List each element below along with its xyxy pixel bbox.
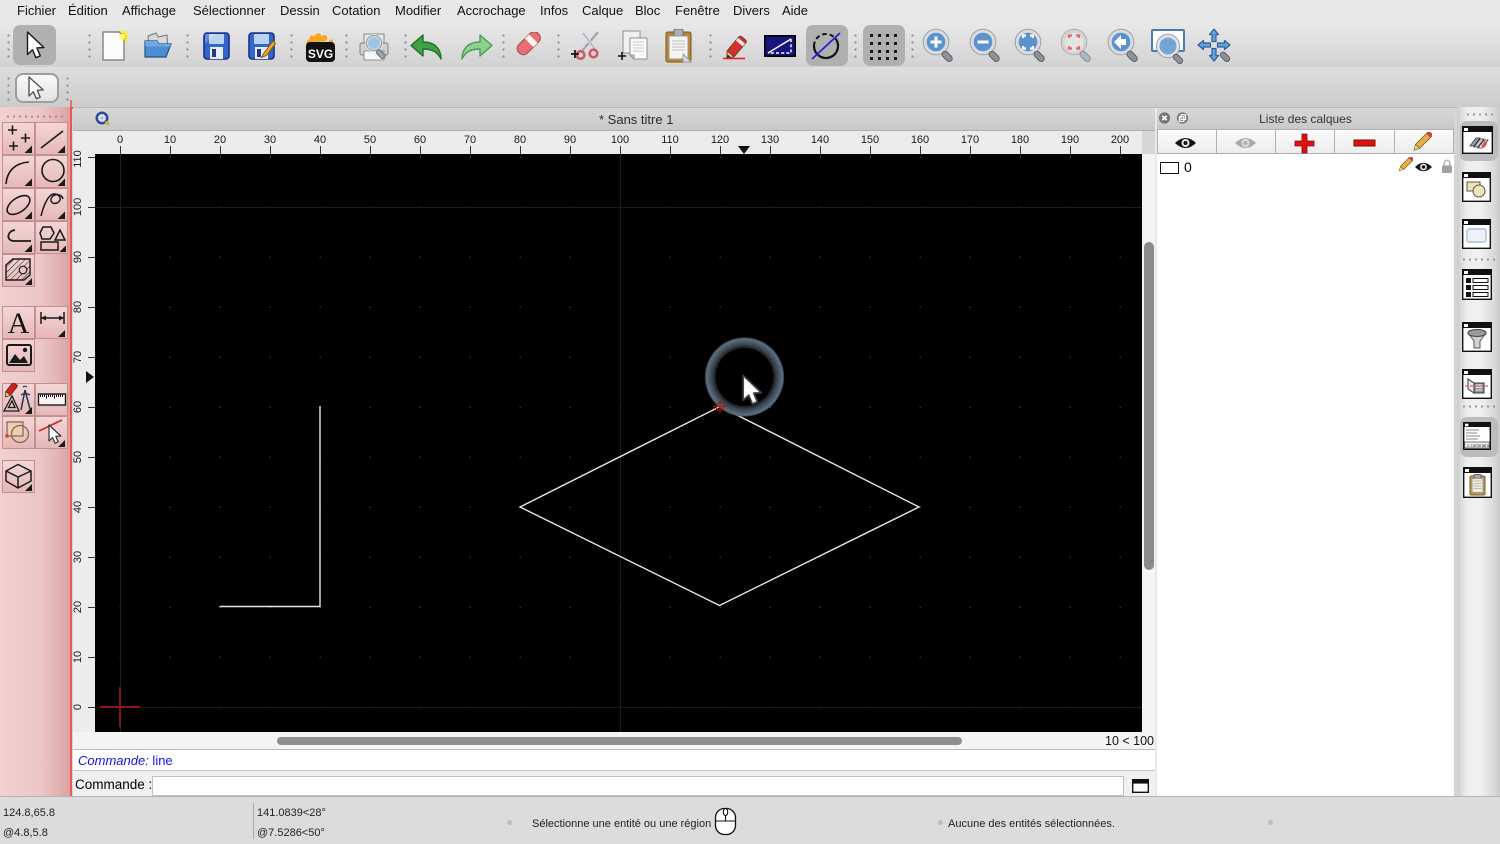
svg-text:120: 120 — [711, 134, 729, 146]
svg-text:150: 150 — [861, 134, 879, 146]
svg-text:80: 80 — [73, 301, 84, 313]
svg-text:60: 60 — [414, 134, 426, 146]
svg-text:110: 110 — [661, 134, 679, 146]
svg-text:60: 60 — [73, 401, 84, 413]
svg-text:130: 130 — [761, 134, 779, 146]
svg-text:70: 70 — [73, 351, 84, 363]
svg-text:50: 50 — [364, 134, 376, 146]
svg-text:190: 190 — [1061, 134, 1079, 146]
svg-text:100: 100 — [611, 134, 629, 146]
svg-text:200: 200 — [1111, 134, 1129, 146]
svg-text:50: 50 — [73, 451, 84, 463]
svg-text:140: 140 — [811, 134, 829, 146]
svg-text:c command: c command — [1467, 443, 1491, 448]
svg-text:30: 30 — [73, 551, 84, 563]
svg-text:A: A — [8, 307, 30, 339]
svg-text:10: 10 — [73, 651, 84, 663]
svg-text:170: 170 — [961, 134, 979, 146]
svg-text:20: 20 — [214, 134, 226, 146]
svg-text:10: 10 — [164, 134, 176, 146]
svg-text:40: 40 — [314, 134, 326, 146]
svg-text:30: 30 — [264, 134, 276, 146]
svg-text:90: 90 — [73, 251, 84, 263]
svg-text:20: 20 — [73, 601, 84, 613]
svg-text:40: 40 — [73, 501, 84, 513]
svg-text:SVG: SVG — [308, 47, 333, 61]
svg-text:90: 90 — [564, 134, 576, 146]
svg-text:160: 160 — [911, 134, 929, 146]
svg-text:110: 110 — [73, 150, 84, 168]
svg-text:70: 70 — [464, 134, 476, 146]
svg-text:180: 180 — [1011, 134, 1029, 146]
svg-text:0: 0 — [73, 704, 84, 710]
svg-text:100: 100 — [73, 198, 84, 216]
svg-text:0: 0 — [117, 134, 123, 146]
svg-text:80: 80 — [514, 134, 526, 146]
